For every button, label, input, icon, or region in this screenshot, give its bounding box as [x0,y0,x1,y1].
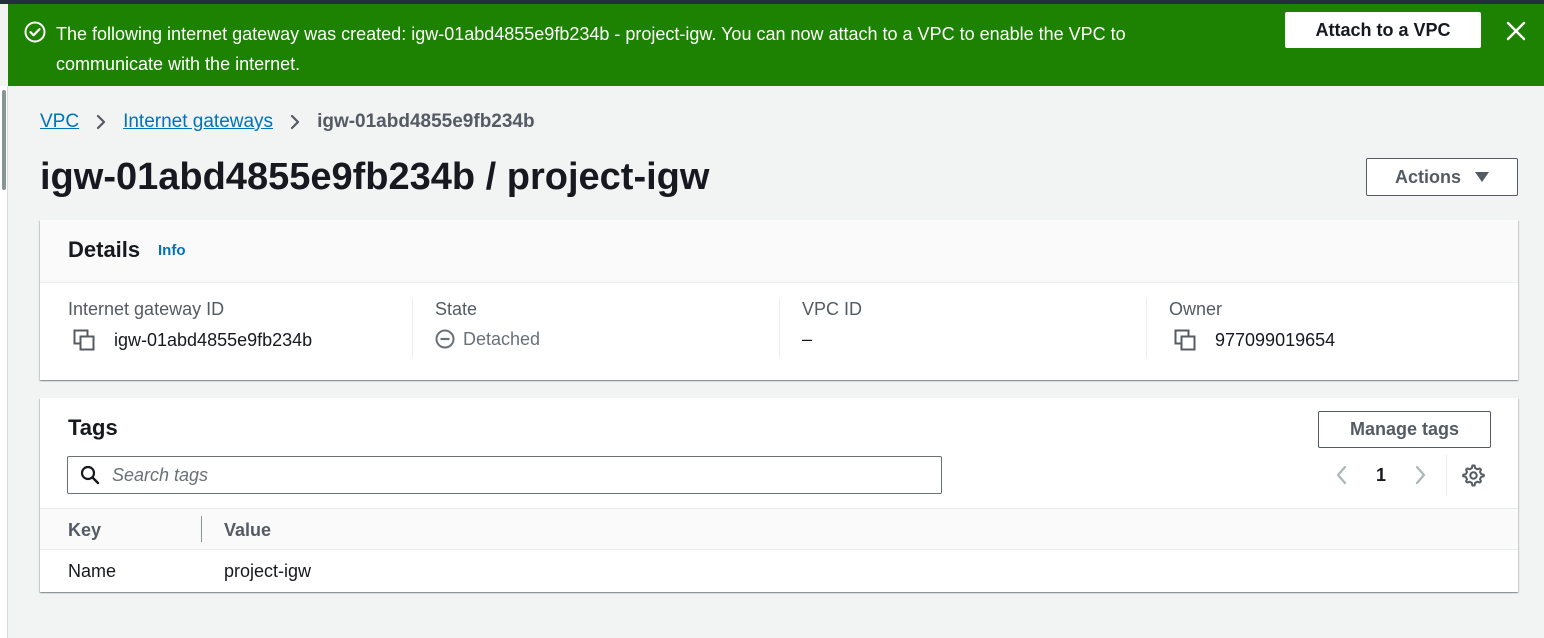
column-header-key[interactable]: Key [68,519,101,541]
scrollbar-thumb[interactable] [2,90,6,190]
column-divider [779,298,780,358]
field-label: Internet gateway ID [68,299,225,319]
close-icon[interactable] [1505,20,1527,42]
success-flash-banner: The following internet gateway was creat… [8,4,1544,86]
field-owner: Owner 977099019654 [1146,298,1489,358]
field-vpc-id: VPC ID – [779,298,1122,358]
field-label: VPC ID [802,299,863,319]
actions-label: Actions [1394,166,1461,187]
caret-down-icon [1475,172,1489,182]
search-tags-input[interactable] [112,464,912,486]
tags-table-header: Key Value [40,508,1518,550]
copy-icon[interactable] [72,328,96,352]
manage-tags-button[interactable]: Manage tags [1318,411,1491,448]
breadcrumb: VPC Internet gateways igw-01abd4855e9fb2… [40,110,535,134]
table-row: Name project-igw [40,550,1518,592]
search-icon [80,465,100,485]
tags-panel: Tags Manage tags 1 Key Value Name projec… [40,398,1518,592]
field-state: State Detached [412,298,755,358]
tag-key-cell: Name [68,561,117,581]
field-label: State [435,299,478,319]
breadcrumb-internet-gateways-link[interactable]: Internet gateways [123,110,273,134]
column-divider [412,298,413,358]
search-tags-field[interactable] [67,456,942,494]
copy-icon[interactable] [1173,328,1197,352]
page-number[interactable]: 1 [1366,465,1396,486]
check-circle-icon [24,21,46,43]
attach-to-vpc-button[interactable]: Attach to a VPC [1285,12,1481,48]
next-page-icon[interactable] [1408,463,1432,487]
internet-gateway-id-value: igw-01abd4855e9fb234b [114,330,313,350]
field-value: 977099019654 [1169,328,1489,352]
field-value: Detached [435,328,755,350]
stopped-status-icon [435,329,455,349]
details-header: Details Info [40,220,1518,283]
field-internet-gateway-id: Internet gateway ID igw-01abd4855e9fb234… [68,298,388,358]
breadcrumb-current: igw-01abd4855e9fb234b [317,111,535,132]
field-value: igw-01abd4855e9fb234b [68,328,388,352]
breadcrumb-vpc-link[interactable]: VPC [40,110,79,134]
chevron-right-icon [87,110,115,134]
chevron-right-icon [281,110,309,134]
column-resizer[interactable] [201,516,202,542]
field-label: Owner [1169,299,1223,319]
pager-divider [1446,455,1447,495]
page-title: igw-01abd4855e9fb234b / project-igw [40,156,710,198]
details-title: Details [68,237,141,262]
vpc-id-value: – [802,329,813,349]
details-panel: Details Info Internet gateway ID igw-01a… [40,220,1518,380]
tags-title: Tags [68,415,118,440]
column-header-value[interactable]: Value [224,519,271,541]
info-link[interactable]: Info [158,242,186,259]
state-value: Detached [463,329,541,349]
pagination: 1 [1330,455,1485,495]
gear-icon[interactable] [1461,463,1485,487]
flash-message: The following internet gateway was creat… [56,24,1126,74]
tag-value-cell: project-igw [224,561,312,581]
field-value: – [802,328,1122,350]
actions-dropdown-button[interactable]: Actions [1366,158,1518,196]
left-scrollbar[interactable] [0,86,8,638]
previous-page-icon[interactable] [1330,463,1354,487]
column-divider [1146,298,1147,358]
owner-value: 977099019654 [1215,330,1336,350]
